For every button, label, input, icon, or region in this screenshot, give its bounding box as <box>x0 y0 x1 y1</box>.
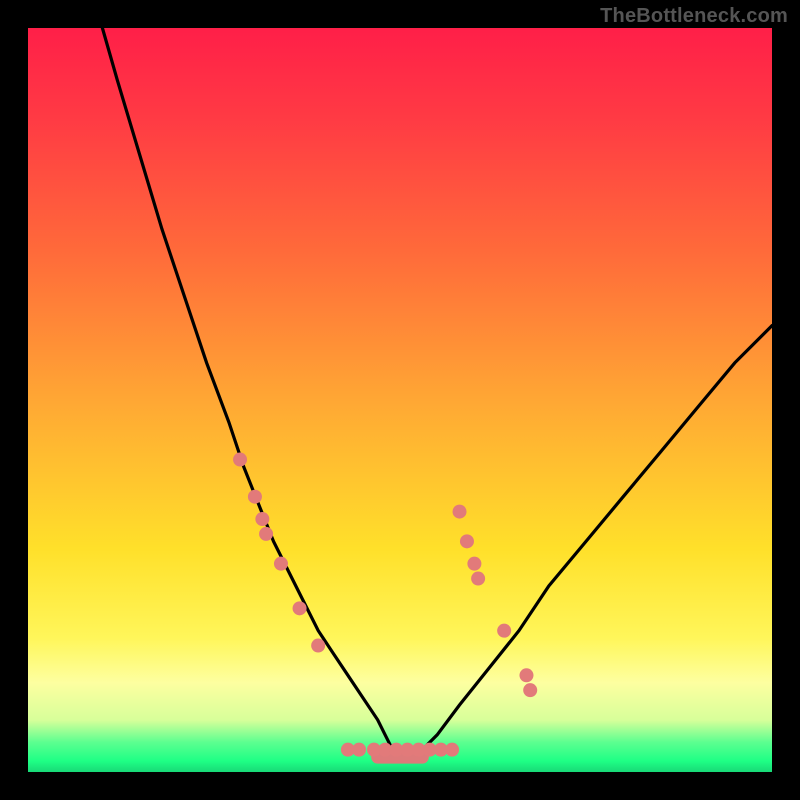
markers-left-point <box>311 639 325 653</box>
curve-layer <box>28 28 772 772</box>
markers-right-point <box>497 624 511 638</box>
plot-area <box>28 28 772 772</box>
markers-right-point <box>519 668 533 682</box>
markers-right-point <box>471 572 485 586</box>
bottleneck-curve <box>102 28 772 757</box>
watermark-text: TheBottleneck.com <box>600 5 788 28</box>
markers-right-point <box>460 534 474 548</box>
markers-left-point <box>293 601 307 615</box>
markers-right-point <box>453 505 467 519</box>
markers-bottom-group <box>341 743 459 757</box>
markers-bottom-point <box>352 743 366 757</box>
markers-left-point <box>233 453 247 467</box>
markers-left-point <box>274 557 288 571</box>
chart-frame: TheBottleneck.com <box>0 0 800 800</box>
markers-bottom-point <box>445 743 459 757</box>
markers-right-point <box>467 557 481 571</box>
markers-left-point <box>248 490 262 504</box>
markers-left-point <box>259 527 273 541</box>
markers-right-point <box>523 683 537 697</box>
markers-left-point <box>255 512 269 526</box>
markers-right-group <box>453 505 538 698</box>
